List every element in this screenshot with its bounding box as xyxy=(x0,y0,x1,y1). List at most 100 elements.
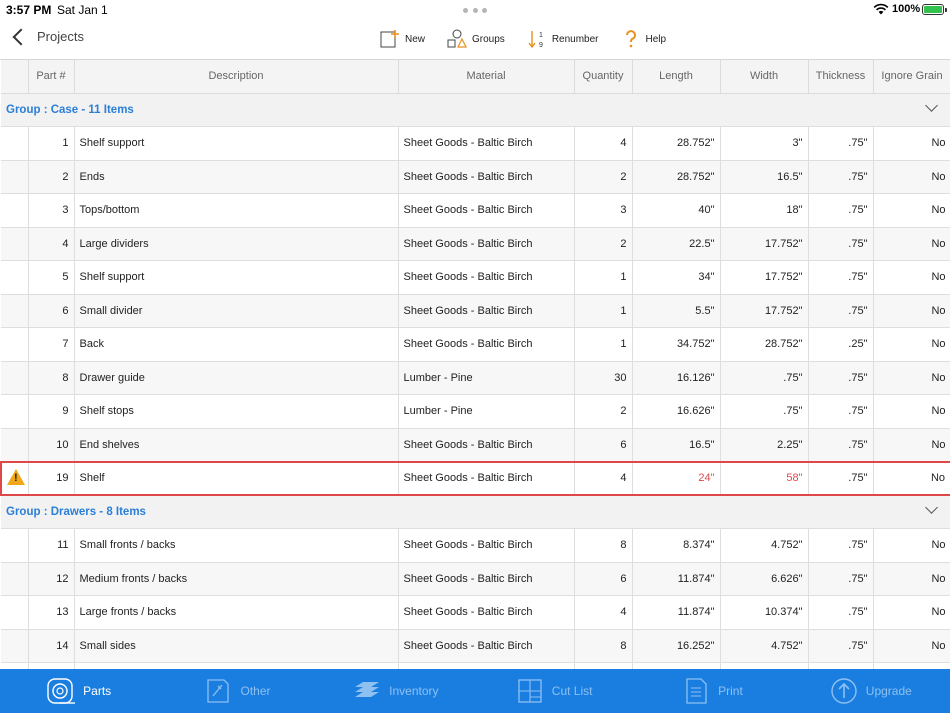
cell-quantity[interactable]: 4 xyxy=(574,595,633,630)
cell-ignore-grain[interactable]: No xyxy=(873,394,950,429)
cell-material[interactable]: Sheet Goods - Baltic Birch xyxy=(398,595,575,630)
cell-material[interactable]: Sheet Goods - Baltic Birch xyxy=(398,227,575,261)
cell-material[interactable]: Lumber - Pine xyxy=(398,394,575,429)
table-row[interactable]: 19ShelfSheet Goods - Baltic Birch424"58"… xyxy=(0,460,950,496)
warning-icon[interactable] xyxy=(7,468,25,485)
table-row[interactable]: 1 Shelf support Sheet Goods - Baltic Birch… xyxy=(1,126,950,161)
cell-description[interactable]: Small fronts / backs xyxy=(74,528,399,563)
cell-part-number[interactable]: 4 xyxy=(28,227,75,261)
cell-thickness[interactable]: .75" xyxy=(808,595,874,630)
cell-length[interactable]: 16.126" xyxy=(632,361,721,395)
cell-width[interactable]: 17.752" xyxy=(720,260,809,295)
cell-material[interactable]: Sheet Goods - Baltic Birch xyxy=(398,260,575,295)
column-header-ignore-grain[interactable]: Ignore Grain xyxy=(873,60,950,94)
cell-quantity[interactable]: 2 xyxy=(574,227,633,261)
cell-description[interactable]: Large fronts / backs xyxy=(74,595,399,630)
table-row[interactable]: 8 Drawer guide Lumber - Pine 30 16.126" .75".… xyxy=(1,361,950,395)
column-header-thickness[interactable]: Thickness xyxy=(808,60,874,94)
cell-thickness[interactable]: .75" xyxy=(808,160,874,194)
cell-quantity[interactable]: 6 xyxy=(574,428,633,462)
tab-inventory[interactable]: Inventory xyxy=(317,669,475,713)
cell-length[interactable]: 34" xyxy=(632,260,721,295)
cell-thickness[interactable]: .75" xyxy=(808,126,874,161)
cell-description[interactable]: Small sides xyxy=(74,629,399,663)
cell-thickness[interactable]: .75" xyxy=(808,260,874,295)
cell-width[interactable]: 6.626" xyxy=(720,562,809,596)
cell-description[interactable]: Tops/bottom xyxy=(74,193,399,228)
cell-description[interactable]: End shelves xyxy=(74,428,399,462)
cell-quantity[interactable]: 30 xyxy=(574,361,633,395)
cell-description[interactable]: Medium fronts / backs xyxy=(74,562,399,596)
cell-status[interactable] xyxy=(0,460,29,496)
cell-ignore-grain[interactable]: No xyxy=(873,193,950,228)
cell-width[interactable]: 58" xyxy=(720,460,809,496)
cell-description[interactable]: Shelf support xyxy=(74,126,399,161)
table-row[interactable]: 13 Large fronts / backs Sheet Goods - Balt… xyxy=(1,595,950,630)
cell-part-number[interactable]: 3 xyxy=(28,193,75,228)
column-header-width[interactable]: Width xyxy=(720,60,809,94)
cell-part-number[interactable]: 5 xyxy=(28,260,75,295)
cell-ignore-grain[interactable]: No xyxy=(873,460,950,496)
table-row[interactable]: 10 End shelves Sheet Goods - Baltic Birch 6… xyxy=(1,428,950,462)
cell-ignore-grain[interactable]: No xyxy=(873,126,950,161)
chevron-down-icon[interactable] xyxy=(924,501,938,514)
chevron-down-icon[interactable] xyxy=(924,98,938,112)
cell-thickness[interactable]: .75" xyxy=(808,629,874,663)
cell-width[interactable]: 3" xyxy=(720,126,809,161)
cell-width[interactable]: 16.5" xyxy=(720,160,809,194)
cell-part-number[interactable]: 19 xyxy=(28,460,75,496)
cell-part-number[interactable]: 10 xyxy=(28,428,75,462)
cell-quantity[interactable]: 3 xyxy=(574,193,633,228)
cell-length[interactable]: 16.252" xyxy=(632,629,721,663)
back-button[interactable]: Projects xyxy=(10,28,84,45)
groups-button[interactable]: Groups xyxy=(447,29,505,49)
table-row[interactable]: 11 Small fronts / backs Sheet Goods - Balt… xyxy=(1,528,950,563)
cell-quantity[interactable]: 8 xyxy=(574,528,633,563)
cell-material[interactable]: Sheet Goods - Baltic Birch xyxy=(398,126,575,161)
table-row[interactable]: 7 Back Sheet Goods - Baltic Birch 1 34.752" 2… xyxy=(1,327,950,362)
table-row[interactable]: 12 Medium fronts / backs Sheet Goods - Bal… xyxy=(1,562,950,596)
cell-length[interactable]: 24" xyxy=(632,460,721,496)
cell-material[interactable]: Sheet Goods - Baltic Birch xyxy=(398,460,575,496)
new-button[interactable]: New xyxy=(380,29,425,49)
group-header-cell[interactable]: Group : Case - 11 Items xyxy=(1,93,950,127)
cell-material[interactable]: Sheet Goods - Baltic Birch xyxy=(398,294,575,328)
cell-thickness[interactable]: .25" xyxy=(808,327,874,362)
cell-description[interactable]: Back xyxy=(74,327,399,362)
table-row[interactable]: 3 Tops/bottom Sheet Goods - Baltic Birch 3 4… xyxy=(1,193,950,228)
cell-ignore-grain[interactable]: No xyxy=(873,327,950,362)
cell-length[interactable]: 5.5" xyxy=(632,294,721,328)
cell-length[interactable]: 40" xyxy=(632,193,721,228)
cell-ignore-grain[interactable]: No xyxy=(873,160,950,194)
cell-material[interactable]: Sheet Goods - Baltic Birch xyxy=(398,327,575,362)
cell-thickness[interactable]: .75" xyxy=(808,361,874,395)
cell-description[interactable]: Small divider xyxy=(74,294,399,328)
cell-material[interactable]: Sheet Goods - Baltic Birch xyxy=(398,160,575,194)
cell-quantity[interactable]: 2 xyxy=(574,394,633,429)
cell-ignore-grain[interactable]: No xyxy=(873,428,950,462)
column-header-description[interactable]: Description xyxy=(74,60,399,94)
cell-thickness[interactable]: .75" xyxy=(808,428,874,462)
cell-material[interactable]: Sheet Goods - Baltic Birch xyxy=(398,629,575,663)
cell-part-number[interactable]: 9 xyxy=(28,394,75,429)
cell-material[interactable]: Sheet Goods - Baltic Birch xyxy=(398,528,575,563)
cell-description[interactable]: Drawer guide xyxy=(74,361,399,395)
cell-part-number[interactable]: 6 xyxy=(28,294,75,328)
table-row[interactable]: 14 Small sides Sheet Goods - Baltic Birch 8… xyxy=(1,629,950,663)
cell-ignore-grain[interactable]: No xyxy=(873,528,950,563)
table-row[interactable]: 5 Shelf support Sheet Goods - Baltic Birch… xyxy=(1,260,950,295)
cell-length[interactable]: 34.752" xyxy=(632,327,721,362)
cell-part-number[interactable]: 7 xyxy=(28,327,75,362)
cell-length[interactable]: 16.626" xyxy=(632,394,721,429)
cell-length[interactable]: 8.374" xyxy=(632,528,721,563)
table-row[interactable]: 4 Large dividers Sheet Goods - Baltic Birc… xyxy=(1,227,950,261)
cell-ignore-grain[interactable]: No xyxy=(873,595,950,630)
cell-material[interactable]: Sheet Goods - Baltic Birch xyxy=(398,193,575,228)
table-row[interactable]: 6 Small divider Sheet Goods - Baltic Birch… xyxy=(1,294,950,328)
cell-thickness[interactable]: .75" xyxy=(808,394,874,429)
cell-part-number[interactable]: 14 xyxy=(28,629,75,663)
parts-table-container[interactable]: Part # Description Material Quantity Len… xyxy=(0,60,950,669)
column-header-part[interactable]: Part # xyxy=(28,60,75,94)
cell-width[interactable]: 4.752" xyxy=(720,629,809,663)
cell-thickness[interactable]: .75" xyxy=(808,193,874,228)
